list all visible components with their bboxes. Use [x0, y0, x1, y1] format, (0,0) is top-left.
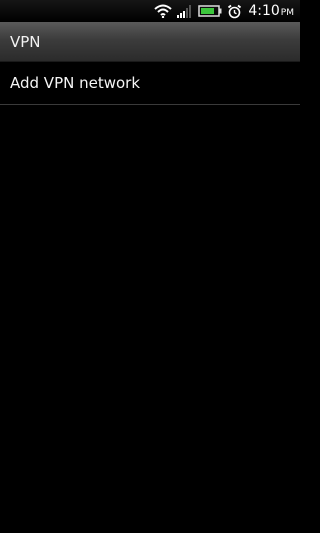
settings-screen: 4:10 PM VPN Add VPN network — [0, 0, 300, 533]
add-vpn-network-item[interactable]: Add VPN network — [0, 62, 300, 105]
signal-icon — [177, 0, 193, 22]
list-item-label: Add VPN network — [10, 74, 141, 92]
alarm-icon — [227, 0, 242, 22]
title-bar: VPN — [0, 22, 300, 62]
status-ampm: PM — [280, 8, 294, 18]
status-time: 4:10 — [248, 3, 280, 19]
status-bar: 4:10 PM — [0, 0, 300, 22]
page-title: VPN — [10, 32, 41, 51]
vpn-settings-list: Add VPN network — [0, 62, 300, 105]
battery-icon — [198, 0, 222, 22]
wifi-icon — [154, 0, 173, 22]
